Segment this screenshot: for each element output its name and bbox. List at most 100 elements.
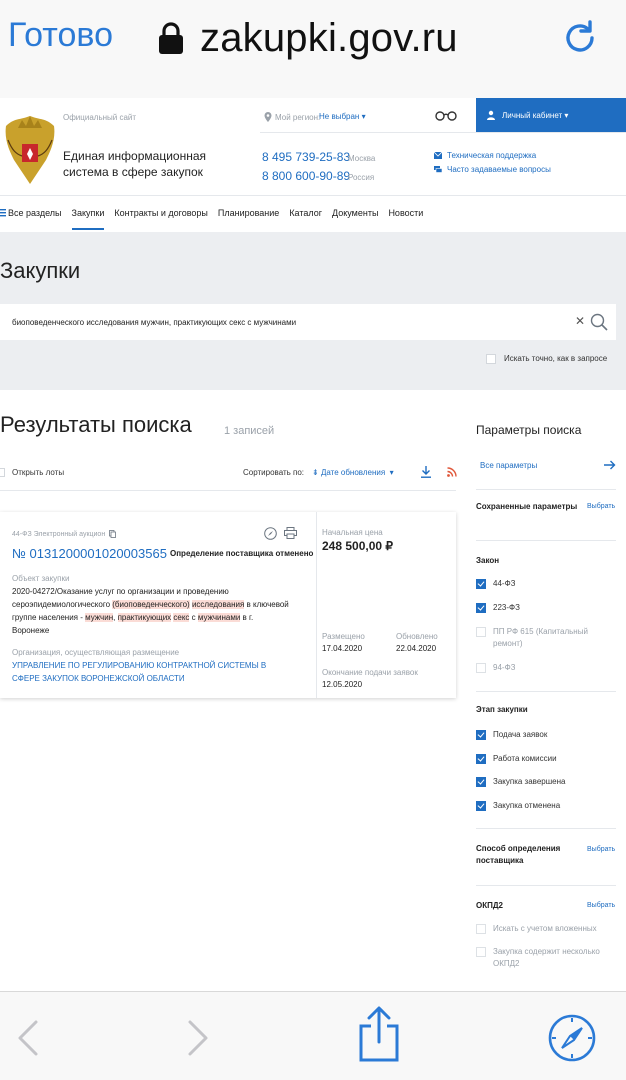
okpd-choose-link[interactable]: Выбрать [587,902,615,909]
all-params-link[interactable]: Все параметры [480,461,537,470]
stage-filter-label: Работа комиссии [493,754,557,763]
highlighted-term: (биоповеденческого) [112,600,190,609]
coat-of-arms-icon [5,116,55,184]
object-label: Объект закупки [12,574,70,583]
clear-search-button[interactable]: ✕ [575,314,585,328]
search-icon[interactable] [590,313,608,331]
law-filter-heading: Закон [476,556,500,565]
organization-link[interactable]: УПРАВЛЕНИЕ ПО РЕГУЛИРОВАНИЮ КОНТРАКТНОЙ … [12,659,292,685]
updated-date: 22.04.2020 [396,644,437,653]
law-filter-checkbox[interactable] [476,663,486,673]
reload-icon[interactable] [560,18,600,58]
saved-params-choose-link[interactable]: Выбрать [587,503,615,510]
phone-russia[interactable]: 8 800 600-90-89 [262,169,350,183]
arrow-right-icon[interactable] [604,460,616,470]
address-bar[interactable]: zakupki.gov.ru [158,14,458,62]
nav-all-sections-label: Все разделы [8,208,62,218]
highlighted-term: секс [173,613,190,622]
law-filter-option[interactable]: ПП РФ 615 (Капитальный ремонт) [476,626,613,650]
nav-documents[interactable]: Документы [332,208,378,230]
stage-filter-option[interactable]: Подача заявок [476,729,613,741]
registry-number-link[interactable]: № 0131200001020003565 [12,546,167,561]
okpd-filter-heading: ОКПД2 [476,901,504,910]
header-divider [260,132,626,133]
faq-label: Часто задаваемые вопросы [447,165,551,174]
support-link[interactable]: Техническая поддержка [434,151,536,160]
posted-label: Размещено [322,632,365,641]
law-filter-checkbox[interactable] [476,603,486,613]
object-text-part: с [189,613,198,622]
posted-date: 17.04.2020 [322,644,363,653]
nav-catalog[interactable]: Каталог [289,208,322,230]
phone-moscow[interactable]: 8 495 739-25-83 [262,150,350,164]
okpd-filter-checkbox[interactable] [476,924,486,934]
open-lots-label: Открыть лоты [12,468,65,477]
okpd-filter-option[interactable]: Искать с учетом вложенных [476,923,613,935]
stage-filter-checkbox[interactable] [476,801,486,811]
search-input[interactable]: биоповеденческого исследования мужчин, п… [0,304,616,340]
stage-filter-checkbox[interactable] [476,777,486,787]
sidebar-divider [476,885,616,886]
stage-filter-option[interactable]: Работа комиссии [476,753,613,765]
copy-icon[interactable] [109,530,117,538]
law-filter-option[interactable]: 44-ФЗ [476,578,613,590]
card-divider [316,512,317,698]
user-icon [487,110,495,120]
nav-zakupki[interactable]: Закупки [71,208,104,230]
print-icon[interactable] [284,527,297,539]
personal-cabinet-button[interactable]: Личный кабинет ▾ [476,98,626,132]
forward-icon[interactable] [186,1018,210,1058]
sidebar-divider [476,828,616,829]
law-filter-option[interactable]: 223-ФЗ [476,602,613,614]
region-selector[interactable]: Не выбран ▾ [319,112,366,121]
search-query: биоповеденческого исследования мужчин, п… [12,318,297,327]
download-icon[interactable] [421,466,431,478]
faq-link[interactable]: Часто задаваемые вопросы [434,165,551,174]
stage-filter-checkbox[interactable] [476,754,486,764]
stage-filter-checkbox[interactable] [476,730,486,740]
price-label: Начальная цена [322,528,383,537]
sort-selector[interactable]: ⇟ Дате обновления ▾ [312,468,394,477]
nav-news[interactable]: Новости [388,208,423,230]
stage-filter-option[interactable]: Закупка отменена [476,800,613,812]
nav-planning[interactable]: Планирование [218,208,279,230]
law-filter-label: ПП РФ 615 (Капитальный ремонт) [493,627,588,648]
okpd-filter-checkbox[interactable] [476,947,486,957]
nav-contracts[interactable]: Контракты и договоры [114,208,208,230]
law-filter-option[interactable]: 94-ФЗ [476,662,613,674]
exact-search-checkbox[interactable] [486,354,496,364]
open-lots-checkbox[interactable] [0,468,5,477]
cabinet-label: Личный кабинет [502,110,563,120]
done-button[interactable]: Готово [8,16,113,55]
sort-value: Дате обновления [320,468,386,477]
stage-filter-option[interactable]: Закупка завершена [476,776,613,788]
law-filter-label: 94-ФЗ [493,663,516,672]
main-nav: Все разделы Закупки Контракты и договоры… [0,208,433,230]
stage-filter-label: Подача заявок [493,730,548,739]
price-value: 248 500,00 ₽ [322,539,394,553]
share-icon[interactable] [358,1006,400,1062]
object-description: 2020-04272/Оказание услуг по организации… [12,585,292,637]
browser-bottom-bar [0,991,626,1080]
region-value: Не выбран [319,112,360,121]
law-filter-checkbox[interactable] [476,579,486,589]
highlighted-term: мужчинами [197,613,241,622]
glasses-icon[interactable] [434,108,458,122]
object-text-part: , [113,613,118,622]
law-filter-checkbox[interactable] [476,627,486,637]
highlighted-term: практикующих [117,613,172,622]
rss-icon[interactable] [447,467,457,477]
method-choose-link[interactable]: Выбрать [587,846,615,853]
search-params-title: Параметры поиска [476,423,582,437]
location-pin-icon [264,112,272,122]
lock-icon [159,22,183,54]
stage-filter-heading: Этап закупки [476,705,528,714]
law-type-text: 44-ФЗ Электронный аукцион [12,530,106,538]
okpd-filter-option[interactable]: Закупка содержит несколько ОКПД2 [476,946,613,970]
nav-all-sections[interactable]: Все разделы [0,208,62,230]
section-title: Закупки [0,258,81,283]
chat-icon [434,166,442,173]
compass-icon[interactable] [264,527,277,540]
safari-compass-icon[interactable] [548,1014,596,1062]
back-icon[interactable] [16,1018,40,1058]
